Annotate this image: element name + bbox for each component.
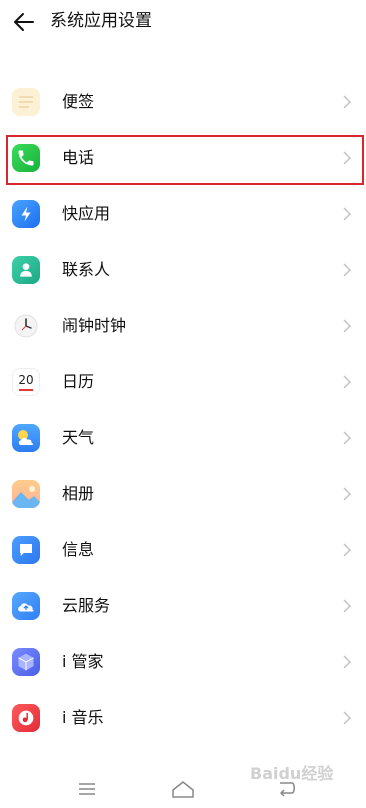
list-item-label: 日历 <box>62 372 95 391</box>
list-item-label: 电话 <box>62 148 95 167</box>
messages-icon <box>12 536 40 564</box>
chevron-right-icon <box>343 319 352 333</box>
chevron-right-icon <box>343 655 352 669</box>
list-item-notes[interactable]: 便签 <box>0 74 366 130</box>
chevron-right-icon <box>343 95 352 109</box>
cloud-service-icon <box>12 592 40 620</box>
chevron-right-icon <box>343 151 352 165</box>
list-item-label: i 管家 <box>62 652 104 671</box>
gallery-icon <box>12 480 40 508</box>
notes-icon <box>12 88 40 116</box>
contacts-icon <box>12 256 40 284</box>
phone-icon <box>12 144 40 172</box>
quick-app-icon <box>12 200 40 228</box>
weather-icon <box>12 424 40 452</box>
list-item-i-music[interactable]: i 音乐 <box>0 690 366 746</box>
i-manager-icon <box>12 648 40 676</box>
clock-icon <box>12 312 40 340</box>
chevron-right-icon <box>343 431 352 445</box>
list-item-contacts[interactable]: 联系人 <box>0 242 366 298</box>
home-icon[interactable] <box>168 776 198 802</box>
list-item-cloud-service[interactable]: 云服务 <box>0 578 366 634</box>
list-item-weather[interactable]: 天气 <box>0 410 366 466</box>
chevron-right-icon <box>343 207 352 221</box>
list-item-i-manager[interactable]: i 管家 <box>0 634 366 690</box>
list-item-quick-app[interactable]: 快应用 <box>0 186 366 242</box>
list-item-label: 天气 <box>62 428 95 447</box>
list-item-label: 云服务 <box>62 596 111 615</box>
list-item-phone[interactable]: 电话 <box>0 130 366 186</box>
list-item-label: i 音乐 <box>62 708 104 727</box>
list-item-label: 信息 <box>62 540 95 559</box>
calendar-day-mark <box>19 388 33 391</box>
header: 系统应用设置 <box>0 0 366 44</box>
chevron-right-icon <box>343 711 352 725</box>
app-settings-list: 便签 电话 快应用 联系人 闹钟时钟 20 日历 天气 相册 信息 云服务 i … <box>0 74 366 746</box>
arrow-left-icon[interactable] <box>10 8 38 36</box>
list-item-gallery[interactable]: 相册 <box>0 466 366 522</box>
chevron-right-icon <box>343 375 352 389</box>
list-item-calendar[interactable]: 20 日历 <box>0 354 366 410</box>
chevron-right-icon <box>343 599 352 613</box>
chevron-right-icon <box>343 263 352 277</box>
list-item-label: 闹钟时钟 <box>62 316 127 335</box>
list-item-clock[interactable]: 闹钟时钟 <box>0 298 366 354</box>
list-item-label: 联系人 <box>62 260 111 279</box>
list-item-label: 便签 <box>62 92 95 111</box>
calendar-icon: 20 <box>12 368 40 396</box>
chevron-right-icon <box>343 487 352 501</box>
chevron-right-icon <box>343 543 352 557</box>
list-item-label: 快应用 <box>62 204 111 223</box>
page-title: 系统应用设置 <box>50 11 152 31</box>
i-music-icon <box>12 704 40 732</box>
list-item-messages[interactable]: 信息 <box>0 522 366 578</box>
watermark-text: Baidu经验 <box>250 764 334 783</box>
menu-icon[interactable] <box>72 776 102 802</box>
list-item-label: 相册 <box>62 484 95 503</box>
calendar-date-text: 20 <box>18 372 34 387</box>
